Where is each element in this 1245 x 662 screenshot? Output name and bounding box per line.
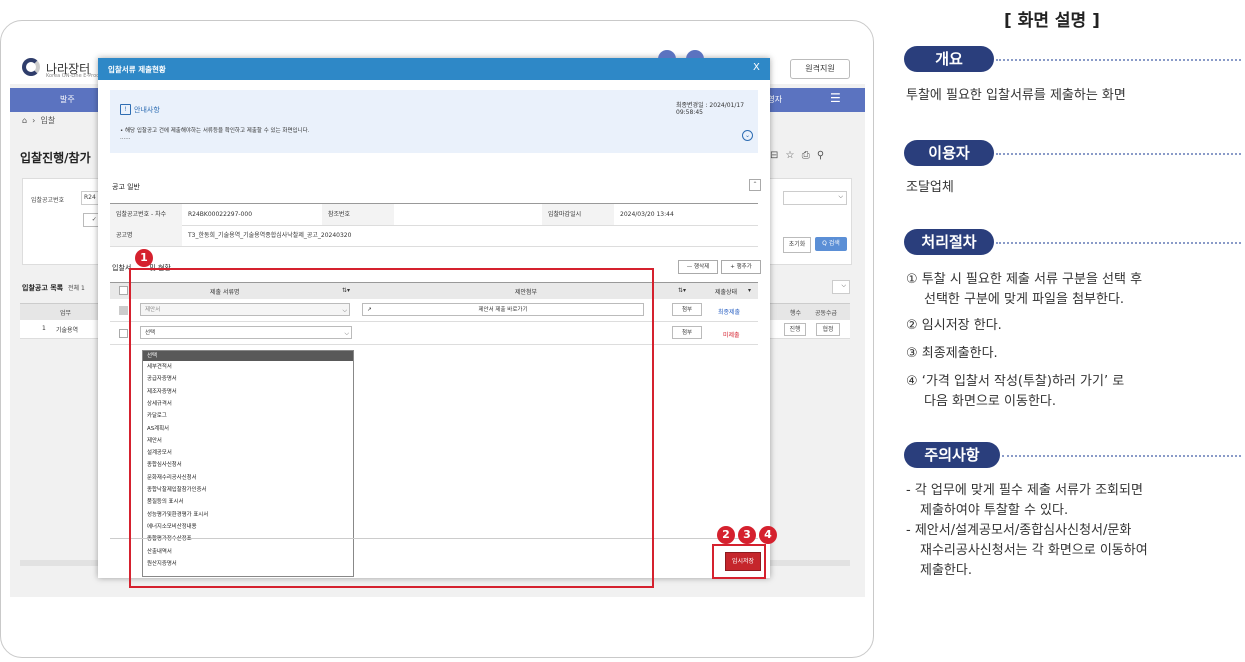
caution-line: - 각 업무에 맞게 필수 제출 서류가 조회되면 bbox=[906, 483, 1143, 498]
collapse-icon[interactable]: ⌃ bbox=[749, 179, 761, 191]
search-button[interactable]: Q 검색 bbox=[815, 237, 847, 251]
modal-title: 입찰서류 제출현황 bbox=[108, 65, 166, 74]
page-title: 입찰진행/참가 bbox=[20, 151, 91, 165]
notice-no-label: 입찰공고번호 bbox=[31, 197, 65, 204]
dotted-divider bbox=[996, 242, 1241, 244]
notice-icon: ! bbox=[120, 104, 131, 115]
nav-item-order[interactable]: 발주 bbox=[60, 94, 75, 105]
step-line: ① 투찰 시 필요한 제출 서류 구분을 선택 후 bbox=[906, 272, 1143, 287]
deadline-value: 2024/03/20 13:44 bbox=[620, 211, 674, 218]
remote-support-button[interactable]: 원격지원 bbox=[790, 59, 850, 79]
step-badge-1: 1 bbox=[135, 249, 153, 267]
step-line: ③ 최종제출한다. bbox=[906, 346, 998, 361]
chevron-down-icon: ⌵ bbox=[838, 193, 843, 200]
dotted-divider bbox=[1002, 455, 1241, 457]
step-line: 다음 화면으로 이동한다. bbox=[924, 394, 1056, 409]
add-row-button[interactable]: + 행추가 bbox=[721, 260, 761, 274]
guide-title: 안내사항 bbox=[134, 106, 160, 114]
select-all-checkbox[interactable] bbox=[119, 286, 128, 295]
highlight-box-docs bbox=[129, 268, 654, 588]
info-row: 공고명 T3_한동희_기술용역_기술용역종합심사낙찰제_공고_20240320 bbox=[110, 225, 758, 247]
notice-info-table: 입찰공고번호 - 차수 R24BK00022297-000 참조번호 입찰마감일… bbox=[110, 203, 758, 247]
header-task: 업무 bbox=[60, 310, 72, 317]
step-line: 선택한 구분에 맞게 파일을 첨부한다. bbox=[924, 292, 1125, 307]
breadcrumb-item[interactable]: 입찰 bbox=[40, 116, 55, 125]
filter-select[interactable]: ⌵ bbox=[783, 191, 847, 205]
row-checkbox[interactable] bbox=[119, 306, 128, 315]
notice-section-title: 공고 일반 bbox=[112, 183, 140, 191]
row-task: 기술용역 bbox=[56, 327, 79, 334]
step-badge-2: 2 bbox=[717, 526, 735, 544]
breadcrumb: ⌂ › 입찰 bbox=[22, 116, 56, 125]
toolbar-icons[interactable]: ⊟ ☆ ⎙ ⚲ bbox=[770, 150, 826, 161]
notice-no-value: R24BK00022297-000 bbox=[188, 211, 253, 218]
list-title: 입찰공고 목록 bbox=[22, 284, 64, 292]
notice-no-label: 입찰공고번호 - 차수 bbox=[110, 204, 182, 225]
status-badge: 최종제출 bbox=[718, 309, 741, 316]
row-checkbox[interactable] bbox=[119, 329, 128, 338]
header-rows: 행수 bbox=[790, 310, 802, 317]
notice-name-value: T3_한동희_기술용역_기술용역종합심사낙찰제_공고_20240320 bbox=[188, 232, 352, 239]
attach-button[interactable]: 첨부 bbox=[672, 303, 702, 316]
caution-label: 주의사항 bbox=[904, 442, 1000, 468]
sort-icon[interactable]: ▾ bbox=[748, 287, 751, 294]
explanation-panel: [ 화면 설명 ] 개요 투찰에 필요한 입찰서류를 제출하는 화면 이용자 조… bbox=[884, 0, 1245, 662]
user-text: 조달업체 bbox=[906, 180, 954, 195]
modal-header: 입찰서류 제출현황 X bbox=[98, 58, 770, 80]
sort-icon[interactable]: ⇅▾ bbox=[678, 287, 686, 294]
explanation-title: [ 화면 설명 ] bbox=[1004, 11, 1100, 31]
dotted-divider bbox=[996, 153, 1241, 155]
info-row: 입찰공고번호 - 차수 R24BK00022297-000 참조번호 입찰마감일… bbox=[110, 204, 758, 226]
home-icon[interactable]: ⌂ bbox=[22, 116, 27, 125]
overview-text: 투찰에 필요한 입찰서류를 제출하는 화면 bbox=[906, 88, 1126, 103]
logo-icon bbox=[22, 58, 40, 76]
expand-icon[interactable]: ⌄ bbox=[742, 130, 753, 141]
deadline-label: 입찰마감일시 bbox=[542, 204, 614, 225]
notice-name-label: 공고명 bbox=[110, 225, 182, 246]
highlight-box-save bbox=[712, 544, 766, 579]
user-label: 이용자 bbox=[904, 140, 994, 166]
guide-more: ...... bbox=[120, 135, 131, 141]
row-number: 1 bbox=[42, 325, 46, 332]
overview-label: 개요 bbox=[904, 46, 994, 72]
close-icon[interactable]: X bbox=[753, 62, 760, 73]
caution-line: 제출한다. bbox=[920, 563, 972, 578]
delete-row-button[interactable]: — 행삭제 bbox=[678, 260, 718, 274]
caution-line: - 제안서/설계공모서/종합심사신청서/문화 bbox=[906, 523, 1132, 538]
guide-text: • 해당 입찰공고 건에 제출해야하는 서류등을 확인하고 제출할 수 있는 화… bbox=[120, 128, 310, 134]
list-select[interactable]: ⌵ bbox=[832, 280, 850, 294]
agreement-button[interactable]: 협정 bbox=[816, 323, 840, 336]
ref-no-value bbox=[394, 204, 542, 225]
last-updated: 최종변경일 : 2024/01/17 09:58:45 bbox=[676, 102, 745, 116]
progress-button[interactable]: 진행 bbox=[784, 323, 806, 336]
step-line: ② 임시저장 한다. bbox=[906, 318, 1002, 333]
header-status: 제출상태 bbox=[715, 289, 738, 296]
header-joint: 공동수급 bbox=[815, 310, 838, 317]
chevron-down-icon: ⌵ bbox=[841, 282, 846, 289]
guide-box: ! 안내사항 최종변경일 : 2024/01/17 09:58:45 • 해당 … bbox=[110, 90, 758, 153]
menu-icon[interactable]: ☰ bbox=[830, 91, 841, 105]
step-badge-4: 4 bbox=[759, 526, 777, 544]
caution-line: 재수리공사신청서는 각 화면으로 이동하여 bbox=[920, 543, 1148, 558]
step-badge-3: 3 bbox=[738, 526, 756, 544]
caution-line: 제출하여야 투찰할 수 있다. bbox=[920, 503, 1069, 518]
status-badge: 미제출 bbox=[723, 332, 740, 339]
reset-button[interactable]: 초기화 bbox=[783, 237, 811, 253]
list-count: 전체 1 bbox=[68, 285, 85, 292]
step-line: ④ ‘가격 입찰서 작성(투찰)하러 가기’ 로 bbox=[906, 374, 1125, 389]
process-label: 처리절차 bbox=[904, 229, 994, 255]
ref-no-label: 참조번호 bbox=[322, 204, 394, 225]
attach-button[interactable]: 첨부 bbox=[672, 326, 702, 339]
dotted-divider bbox=[996, 59, 1241, 61]
